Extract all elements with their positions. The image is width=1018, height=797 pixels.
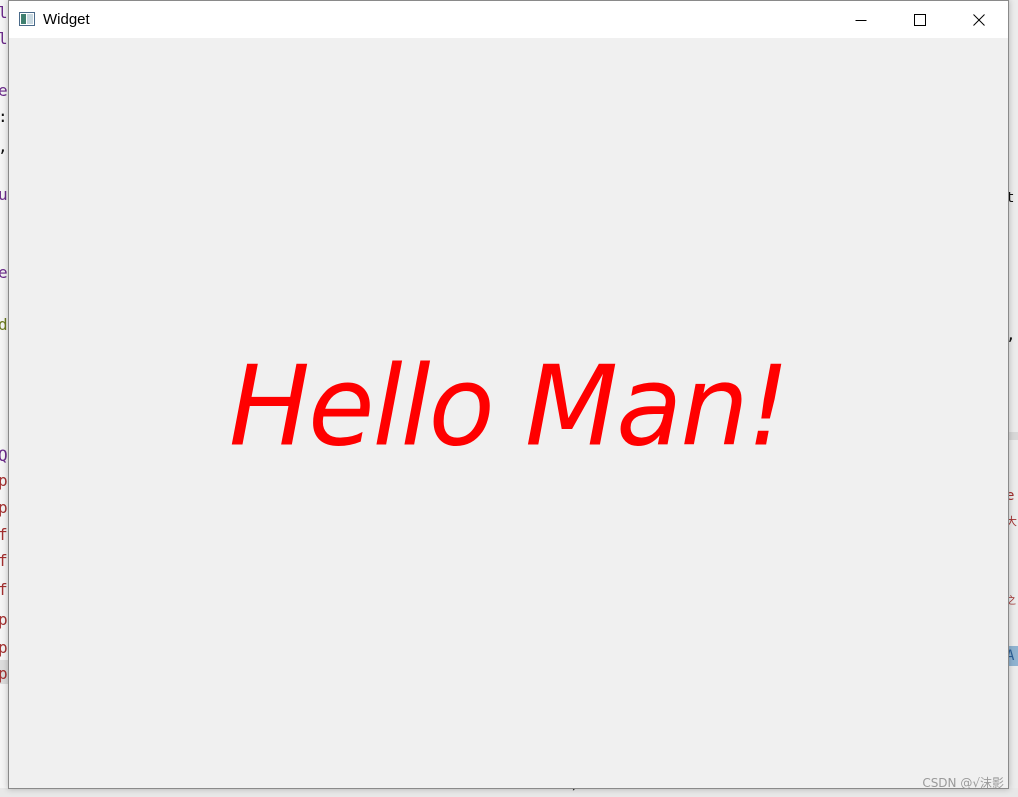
widget-window: Widget Hello Man! <box>8 0 1009 789</box>
bg-code-fragment: f <box>0 551 8 570</box>
bg-right-panel <box>1008 0 1018 797</box>
bg-code-fragment: u <box>0 185 8 204</box>
bg-code-fragment: d <box>0 315 8 334</box>
bg-code-fragment: p <box>0 471 8 490</box>
bg-separator <box>1008 432 1018 440</box>
widget-client-area: Hello Man! <box>9 38 1008 788</box>
bg-code-fragment: e <box>0 81 8 100</box>
maximize-button[interactable] <box>891 1 949 38</box>
bg-code-fragment: p <box>0 498 8 517</box>
close-button[interactable] <box>950 1 1008 38</box>
minimize-button[interactable] <box>832 1 890 38</box>
bg-code-fragment: l <box>0 29 8 48</box>
maximize-icon <box>914 13 926 26</box>
minimize-icon <box>855 19 867 21</box>
bg-code-fragment: p <box>0 610 8 629</box>
bg-code-fragment: f <box>0 580 8 599</box>
bg-code-fragment: , <box>0 137 8 157</box>
csdn-watermark: CSDN @√沫影 <box>922 776 1004 790</box>
bg-code-fragment: e <box>0 263 8 282</box>
bg-code-fragment: p <box>0 638 8 657</box>
bg-code-fragment: Q <box>0 446 8 465</box>
close-icon <box>973 13 985 26</box>
app-window-icon <box>19 12 35 26</box>
window-title: Widget <box>43 11 90 28</box>
bg-code-fragment: f <box>0 525 8 544</box>
title-bar[interactable]: Widget <box>9 1 1008 38</box>
bg-code-fragment: : <box>0 107 8 127</box>
bg-bottom-panel <box>0 788 1018 797</box>
hello-text: Hello Man! <box>228 343 790 472</box>
bg-code-fragment: p <box>0 664 8 683</box>
bg-code-fragment: l <box>0 3 8 22</box>
